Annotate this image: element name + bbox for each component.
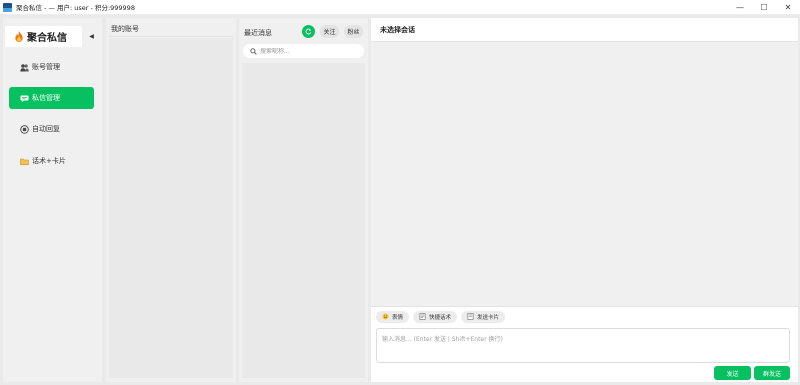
brand-name: 聚合私信 xyxy=(27,33,67,44)
search-icon xyxy=(250,47,257,55)
robot-icon xyxy=(20,124,29,134)
collapse-sidebar-button[interactable]: ◀ xyxy=(85,30,98,43)
message-composer: 表情 快捷话术 发送卡片 发送 群发送 xyxy=(371,306,798,382)
card-icon xyxy=(467,312,474,322)
send-card-label: 发送卡片 xyxy=(477,315,500,321)
note-icon xyxy=(419,312,426,322)
accounts-title: 我的账号 xyxy=(111,25,139,33)
chat-messages-area xyxy=(371,42,798,306)
accounts-panel: 我的账号 xyxy=(106,18,236,382)
minimize-button[interactable]: — xyxy=(728,0,752,15)
chat-header: 未选择会话 xyxy=(371,18,798,42)
emoji-icon xyxy=(382,312,389,322)
send-button[interactable]: 发送 xyxy=(714,366,751,380)
chat-panel: 未选择会话 表情 快捷话术 发送卡片 发送 xyxy=(371,18,798,382)
fans-filter-button[interactable]: 粉丝 xyxy=(344,25,363,38)
users-icon xyxy=(20,63,29,72)
refresh-button[interactable] xyxy=(302,25,315,38)
window-controls: — ☐ ✕ xyxy=(728,0,800,15)
quick-reply-label: 快捷话术 xyxy=(429,315,452,321)
search-box xyxy=(243,44,364,58)
sidebar-item-auto-reply[interactable]: 自动回复 xyxy=(9,118,94,140)
recent-title: 最近消息 xyxy=(244,29,272,37)
brand: 聚合私信 xyxy=(5,26,82,47)
message-input[interactable] xyxy=(376,328,790,363)
folder-icon xyxy=(20,157,29,166)
chat-bubble-icon xyxy=(20,94,29,103)
maximize-button[interactable]: ☐ xyxy=(752,0,776,15)
quick-reply-button[interactable]: 快捷话术 xyxy=(413,311,458,323)
accounts-list[interactable] xyxy=(109,38,233,378)
close-button[interactable]: ✕ xyxy=(776,0,800,15)
refresh-icon xyxy=(305,28,312,35)
follow-filter-button[interactable]: 关注 xyxy=(320,25,339,38)
sidebar-item-label: 账号管理 xyxy=(32,63,60,71)
divider xyxy=(109,36,233,37)
sidebar-item-accounts[interactable]: 账号管理 xyxy=(9,56,94,78)
conversation-list[interactable] xyxy=(242,63,365,378)
emoji-label: 表情 xyxy=(392,315,404,321)
app-icon xyxy=(3,2,12,12)
send-card-button[interactable]: 发送卡片 xyxy=(461,311,506,323)
sidebar: 聚合私信 ◀ 账号管理 私信管理 自动回复 话术+卡片 xyxy=(3,18,102,382)
app-body: 聚合私信 ◀ 账号管理 私信管理 自动回复 话术+卡片 我的账号 最近消息 关注… xyxy=(0,15,800,385)
window-title: 聚合私信 - — 用户: user - 积分:999998 xyxy=(16,4,135,12)
emoji-button[interactable]: 表情 xyxy=(376,311,410,323)
sidebar-item-label: 自动回复 xyxy=(32,125,60,133)
recent-messages-panel: 最近消息 关注 粉丝 xyxy=(239,18,368,382)
broadcast-send-button[interactable]: 群发送 xyxy=(754,366,790,380)
window-titlebar: 聚合私信 - — 用户: user - 积分:999998 — ☐ ✕ xyxy=(0,0,800,15)
flame-logo-icon xyxy=(15,31,23,42)
sidebar-item-label: 话术+卡片 xyxy=(32,157,66,165)
sidebar-item-messages[interactable]: 私信管理 xyxy=(9,87,94,109)
sidebar-item-scripts-cards[interactable]: 话术+卡片 xyxy=(9,150,94,172)
search-input[interactable] xyxy=(260,47,355,55)
sidebar-item-label: 私信管理 xyxy=(32,94,60,102)
